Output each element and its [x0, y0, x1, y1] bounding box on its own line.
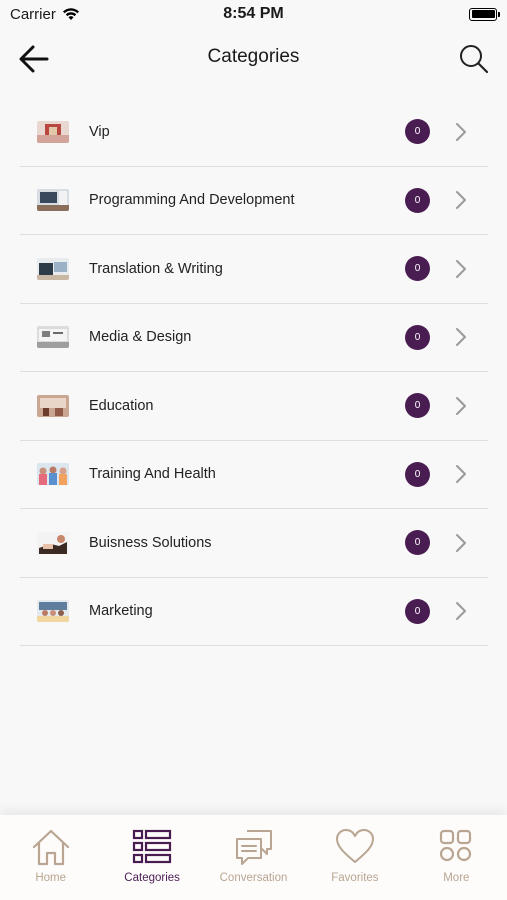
page-title: Categories: [207, 46, 300, 67]
category-item-business[interactable]: Buisness Solutions 0: [20, 509, 488, 578]
heart-icon: [335, 829, 374, 863]
chevron-right-icon: [456, 396, 466, 415]
chevron-right-icon: [456, 533, 466, 552]
count-badge: 0: [405, 598, 430, 624]
category-item-education[interactable]: Education 0: [20, 372, 488, 441]
tab-label: Conversation: [219, 872, 288, 884]
category-item-media[interactable]: Media & Design 0: [20, 304, 488, 372]
nav-header: Categories: [0, 36, 507, 82]
search-button[interactable]: [457, 42, 491, 76]
vip-thumbnail: [37, 120, 69, 143]
search-icon: [460, 45, 489, 74]
media-thumbnail: [37, 326, 69, 349]
carrier-label: Carrier: [10, 5, 56, 23]
count-badge: 0: [405, 530, 430, 556]
category-item-vip[interactable]: Vip 0: [20, 98, 488, 167]
home-icon: [32, 829, 69, 866]
tab-conversation[interactable]: Conversation: [203, 815, 304, 900]
chevron-right-icon: [456, 328, 466, 347]
health-thumbnail: [37, 463, 69, 486]
tab-label: More: [443, 872, 470, 884]
category-label: Programming And Development: [89, 192, 295, 209]
tab-categories[interactable]: Categories: [101, 815, 202, 900]
category-label: Marketing: [89, 603, 153, 620]
tab-home[interactable]: Home: [0, 815, 101, 900]
tab-label: Home: [35, 872, 67, 884]
status-left: Carrier: [10, 6, 80, 23]
tab-favorites[interactable]: Favorites: [304, 815, 405, 900]
count-badge: 0: [405, 256, 430, 282]
chevron-right-icon: [456, 122, 466, 141]
chevron-right-icon: [456, 602, 466, 621]
category-label: Media & Design: [89, 329, 192, 346]
tab-more[interactable]: More: [406, 815, 507, 900]
wifi-icon: [62, 8, 79, 20]
tab-label: Favorites: [331, 872, 379, 884]
count-badge: 0: [405, 119, 430, 145]
status-bar: Carrier 8:54 PM: [0, 0, 507, 28]
category-item-health[interactable]: Training And Health 0: [20, 441, 488, 509]
education-thumbnail: [37, 394, 69, 417]
category-label: Vip: [89, 123, 110, 140]
programming-thumbnail: [37, 189, 69, 212]
count-badge: 0: [405, 187, 430, 213]
category-item-translation[interactable]: Translation & Writing 0: [20, 235, 488, 304]
chevron-right-icon: [456, 191, 466, 210]
category-item-marketing[interactable]: Marketing 0: [20, 578, 488, 646]
chevron-right-icon: [456, 259, 466, 278]
category-label: Training And Health: [89, 466, 216, 483]
category-label: Buisness Solutions: [89, 534, 212, 551]
count-badge: 0: [405, 461, 430, 487]
category-label: Education: [89, 397, 154, 414]
translation-thumbnail: [37, 257, 69, 280]
battery-icon: [469, 7, 500, 21]
category-item-programming[interactable]: Programming And Development 0: [20, 167, 488, 235]
marketing-thumbnail: [37, 600, 69, 623]
chat-icon: [235, 830, 272, 865]
tab-bar: Home Categories Conversation Favorites M…: [0, 815, 507, 900]
count-badge: 0: [405, 324, 430, 350]
list-icon: [133, 829, 172, 864]
tab-label: Categories: [124, 872, 180, 884]
grid-icon: [440, 829, 472, 862]
count-badge: 0: [405, 393, 430, 419]
business-thumbnail: [37, 531, 69, 554]
chevron-right-icon: [456, 465, 466, 484]
category-label: Translation & Writing: [89, 260, 223, 277]
category-list: Vip 0 Programming And Development 0 Tran…: [20, 98, 488, 646]
